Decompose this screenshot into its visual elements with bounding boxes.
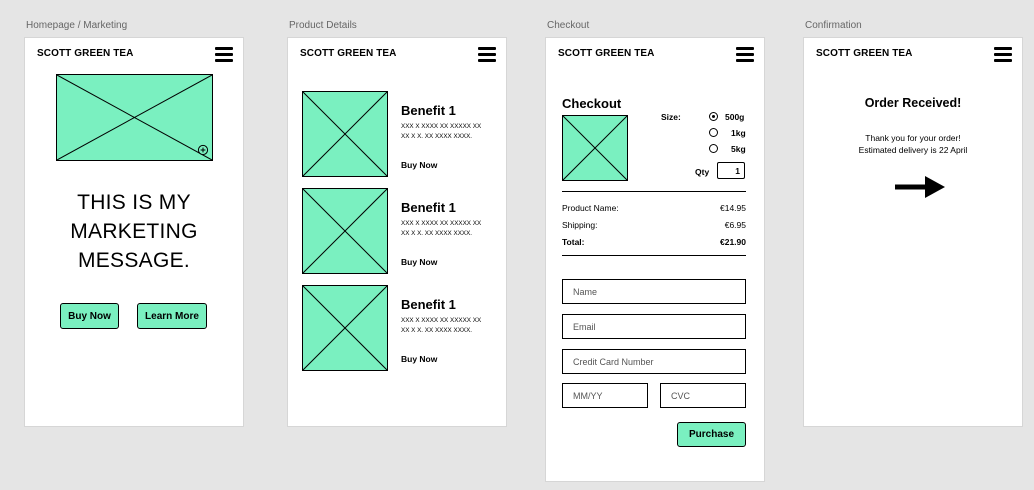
benefit-buy-now-link[interactable]: Buy Now <box>401 354 437 364</box>
benefit-image-placeholder <box>302 91 388 177</box>
benefit-title: Benefit 1 <box>401 200 456 215</box>
cvc-input[interactable] <box>660 383 746 408</box>
size-radio-5kg[interactable] <box>709 144 718 153</box>
benefit-description: XXX X XXXX XX XXXXX XX XX X X. XX XXXX X… <box>401 220 482 237</box>
frame-label-home: Homepage / Marketing <box>26 20 128 31</box>
marketing-message: THIS IS MY MARKETING MESSAGE. <box>25 188 243 275</box>
benefit-description: XXX X XXXX XX XXXXX XX XX X X. XX XXXX X… <box>401 317 482 334</box>
size-option-label: 500g <box>725 112 745 122</box>
thank-you-text: Thank you for your order! <box>865 133 961 143</box>
size-option-label: 1kg <box>731 128 746 138</box>
hamburger-menu-icon[interactable] <box>994 47 1012 62</box>
total-value: €21.90 <box>720 237 746 247</box>
zoom-in-icon[interactable] <box>197 144 209 156</box>
expiry-input[interactable] <box>562 383 648 408</box>
shipping-value: €6.95 <box>724 220 746 230</box>
marketing-line-3: MESSAGE. <box>77 249 191 272</box>
order-received-title: Order Received! <box>864 96 962 110</box>
shipping-label: Shipping: <box>562 220 598 230</box>
delivery-estimate-text: Estimated delivery is 22 April <box>858 145 968 155</box>
product-image-placeholder <box>562 115 628 181</box>
brand-name: SCOTT GREEN TEA <box>300 48 397 59</box>
frame-label-confirm: Confirmation <box>805 20 862 31</box>
benefit-title: Benefit 1 <box>401 103 456 118</box>
frame-home: SCOTT GREEN TEA THIS IS MY MARKETING MES… <box>25 38 243 426</box>
benefit-buy-now-link[interactable]: Buy Now <box>401 257 437 267</box>
benefit-description: XXX X XXXX XX XXXXX XX XX X X. XX XXXX X… <box>401 123 482 140</box>
divider <box>562 191 746 193</box>
benefit-title: Benefit 1 <box>401 297 456 312</box>
frame-product: SCOTT GREEN TEA Benefit 1 XXX X XXXX XX … <box>288 38 506 426</box>
total-label: Total: <box>562 237 585 247</box>
frame-label-product: Product Details <box>289 20 357 31</box>
frame-confirm: SCOTT GREEN TEA Order Received! Thank yo… <box>804 38 1022 426</box>
hero-image-placeholder <box>56 74 213 161</box>
benefit-image-placeholder <box>302 285 388 371</box>
divider <box>562 255 746 257</box>
benefit-buy-now-link[interactable]: Buy Now <box>401 160 437 170</box>
marketing-line-1: THIS IS MY <box>77 191 191 214</box>
product-price-value: €14.95 <box>720 203 746 213</box>
hamburger-menu-icon[interactable] <box>215 47 233 62</box>
learn-more-button[interactable]: Learn More <box>137 303 207 329</box>
hamburger-menu-icon[interactable] <box>736 47 754 62</box>
benefit-image-placeholder <box>302 188 388 274</box>
email-input[interactable] <box>562 314 746 339</box>
frame-checkout: SCOTT GREEN TEA Checkout Size: 500g 1kg … <box>546 38 764 481</box>
credit-card-input[interactable] <box>562 349 746 374</box>
arrow-right-icon[interactable] <box>895 176 945 198</box>
marketing-line-2: MARKETING <box>70 220 198 243</box>
size-radio-500g[interactable] <box>709 112 718 121</box>
product-name-label: Product Name: <box>562 203 619 213</box>
purchase-button[interactable]: Purchase <box>677 422 746 447</box>
name-input[interactable] <box>562 279 746 304</box>
qty-input[interactable]: 1 <box>717 162 745 179</box>
buy-now-button[interactable]: Buy Now <box>60 303 119 329</box>
checkout-title: Checkout <box>562 96 622 111</box>
brand-name: SCOTT GREEN TEA <box>37 48 134 59</box>
brand-name: SCOTT GREEN TEA <box>558 48 655 59</box>
size-label: Size: <box>661 112 681 122</box>
frame-label-checkout: Checkout <box>547 20 590 31</box>
size-radio-1kg[interactable] <box>709 128 718 137</box>
qty-label: Qty <box>695 167 710 177</box>
brand-name: SCOTT GREEN TEA <box>816 48 913 59</box>
size-option-label: 5kg <box>731 144 746 154</box>
hamburger-menu-icon[interactable] <box>478 47 496 62</box>
